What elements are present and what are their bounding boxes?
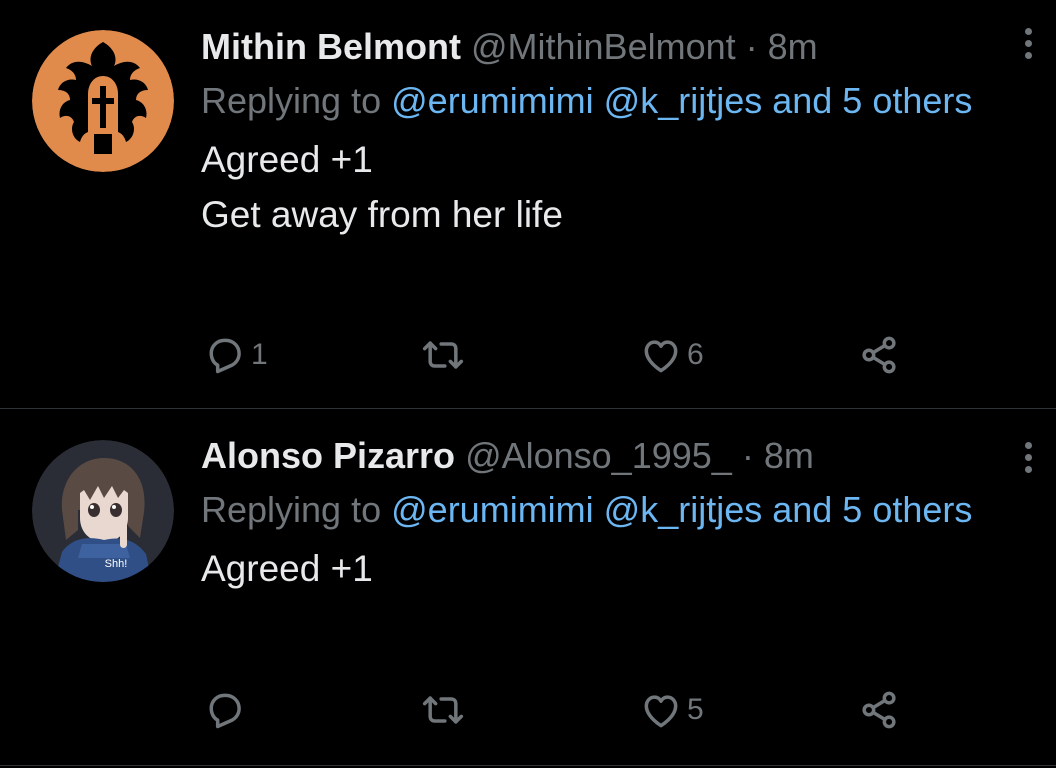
timestamp[interactable]: 8m bbox=[764, 435, 814, 476]
more-options-icon[interactable] bbox=[1022, 28, 1034, 68]
reply-button[interactable] bbox=[203, 688, 251, 732]
avatar[interactable]: Shh! bbox=[32, 440, 174, 582]
retweet-button[interactable] bbox=[419, 688, 471, 732]
gothic-crest-avatar-image bbox=[32, 30, 174, 172]
heart-icon bbox=[644, 340, 678, 373]
replying-to: Replying to @erumimimi @k_rijtjes and 5 … bbox=[201, 73, 1016, 128]
author-handle[interactable]: @Alonso_1995_ bbox=[465, 435, 732, 476]
share-button[interactable] bbox=[857, 333, 901, 377]
share-icon bbox=[862, 691, 896, 729]
author-handle[interactable]: @MithinBelmont bbox=[471, 26, 736, 67]
retweet-button[interactable] bbox=[419, 333, 471, 377]
tweet-content: Alonso Pizarro @Alonso_1995_ · 8m Replyi… bbox=[201, 431, 1016, 596]
replying-mentions[interactable]: @erumimimi @k_rijtjes and 5 others bbox=[391, 489, 972, 530]
replying-prefix: Replying to bbox=[201, 489, 382, 530]
tweet-text-line: Agreed +1 bbox=[201, 548, 373, 589]
separator-dot: · bbox=[745, 26, 758, 67]
tweet-header: Alonso Pizarro @Alonso_1995_ · 8m bbox=[201, 431, 1016, 481]
tweet-content: Mithin Belmont @MithinBelmont · 8m Reply… bbox=[201, 22, 1016, 242]
like-button[interactable]: 5 bbox=[639, 688, 704, 732]
avatar[interactable] bbox=[32, 30, 174, 172]
tweet-actions: 1 6 bbox=[201, 333, 921, 377]
tweet[interactable]: Mithin Belmont @MithinBelmont · 8m Reply… bbox=[0, 0, 1056, 408]
replying-prefix: Replying to bbox=[201, 80, 382, 121]
reply-icon bbox=[209, 338, 241, 374]
heart-icon bbox=[644, 695, 678, 728]
like-button[interactable]: 6 bbox=[639, 333, 704, 377]
retweet-icon bbox=[422, 341, 464, 369]
tweet-divider bbox=[0, 765, 1056, 766]
avatar-caption: Shh! bbox=[105, 558, 128, 570]
tweet-text: Agreed +1 bbox=[201, 541, 1016, 596]
reply-icon bbox=[209, 693, 241, 729]
like-count: 5 bbox=[687, 693, 704, 726]
tweet-text-line: Get away from her life bbox=[201, 194, 563, 235]
tweet-actions: 5 bbox=[201, 688, 921, 732]
tweet[interactable]: Shh! Alonso Pizarro @Alonso_1995_ · 8m R… bbox=[0, 409, 1056, 759]
reply-count: 1 bbox=[251, 338, 268, 371]
share-icon bbox=[862, 336, 896, 374]
reply-button[interactable]: 1 bbox=[203, 333, 268, 377]
tweet-feed: Mithin Belmont @MithinBelmont · 8m Reply… bbox=[0, 0, 1056, 768]
replying-mentions[interactable]: @erumimimi @k_rijtjes and 5 others bbox=[391, 80, 972, 121]
like-count: 6 bbox=[687, 338, 704, 371]
tweet-header: Mithin Belmont @MithinBelmont · 8m bbox=[201, 22, 1016, 72]
author-name[interactable]: Alonso Pizarro bbox=[201, 435, 455, 476]
anime-girl-avatar-image: Shh! bbox=[32, 440, 174, 582]
separator-dot: · bbox=[741, 435, 754, 476]
replying-to: Replying to @erumimimi @k_rijtjes and 5 … bbox=[201, 482, 1016, 537]
more-options-icon[interactable] bbox=[1022, 442, 1034, 482]
retweet-icon bbox=[422, 696, 464, 724]
tweet-text-line: Agreed +1 bbox=[201, 139, 373, 180]
tweet-text: Agreed +1 Get away from her life bbox=[201, 132, 1016, 242]
share-button[interactable] bbox=[857, 688, 901, 732]
author-name[interactable]: Mithin Belmont bbox=[201, 26, 461, 67]
timestamp[interactable]: 8m bbox=[768, 26, 818, 67]
